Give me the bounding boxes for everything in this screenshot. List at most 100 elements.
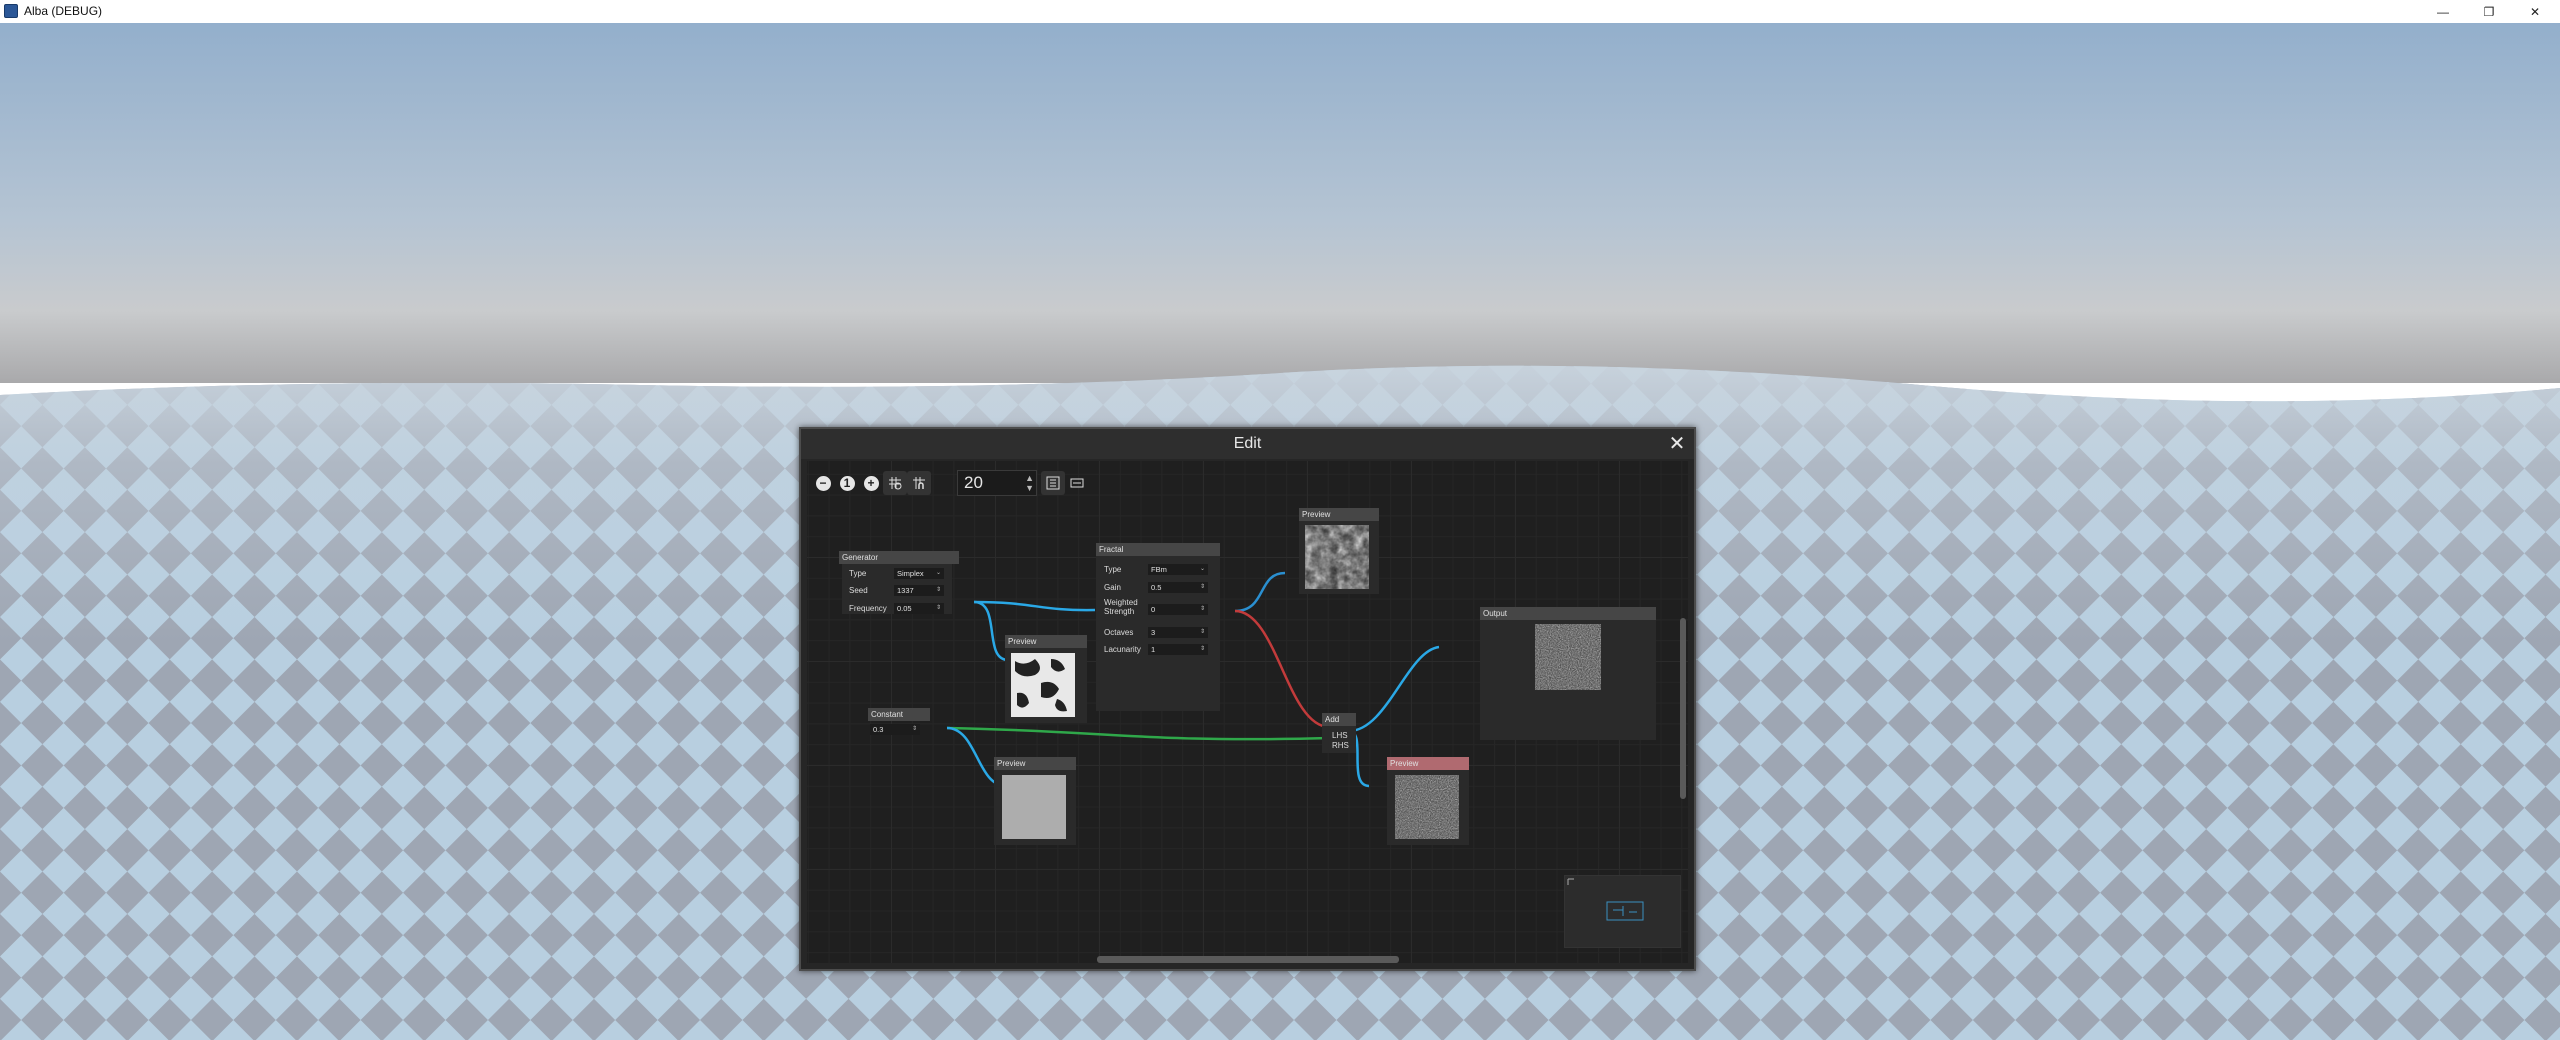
close-window-button[interactable]: ✕ (2512, 0, 2558, 23)
app-icon (4, 4, 18, 18)
grid-toggle-button[interactable] (883, 471, 907, 495)
3d-viewport[interactable]: Edit ✕ − 1 + 20 ▲ ▼ Generator Type Simpl… (0, 23, 2560, 1040)
spin-arrows-icon: ⇕ (1199, 606, 1205, 612)
gain-spinbox[interactable]: 0.5 ⇕ (1148, 582, 1208, 593)
grid-icon (889, 477, 902, 490)
constant-value-spinbox[interactable]: 0.3 ⇕ (870, 724, 920, 735)
spin-arrows-icon: ⇕ (1199, 646, 1205, 652)
graph-minimap[interactable] (1564, 875, 1681, 948)
spin-arrows-icon: ⇕ (1199, 629, 1205, 635)
node-title: Preview (1299, 508, 1379, 521)
spin-arrows-icon: ⇕ (935, 587, 941, 593)
node-title: Preview (1005, 635, 1087, 648)
minimize-button[interactable]: — (2420, 0, 2466, 23)
zoom-reset-icon: 1 (839, 475, 855, 491)
row-label: Frequency (849, 604, 887, 613)
graph-toolbar: − 1 + (811, 471, 956, 495)
fractal-type-dropdown[interactable]: FBm ⌄ (1148, 564, 1208, 575)
row-label: Seed (849, 586, 868, 595)
preview-node-generator[interactable]: Preview (1005, 635, 1087, 723)
wire-fractal-to-add (1234, 609, 1330, 729)
spin-arrows-icon[interactable]: ▲ ▼ (1025, 473, 1034, 493)
preview-node-constant[interactable]: Preview (994, 757, 1076, 845)
type-value: Simplex (897, 569, 924, 578)
node-graph-canvas[interactable]: − 1 + 20 ▲ ▼ Generator Type Simplex ⌄ Se… (807, 461, 1688, 963)
chevron-down-icon: ⌄ (935, 570, 941, 576)
constant-value: 0.3 (873, 725, 884, 734)
octaves-value: 3 (1151, 628, 1156, 637)
spin-arrows-icon: ⇕ (911, 726, 917, 732)
restore-button[interactable]: ❐ (2466, 0, 2512, 23)
minimap-toggle-button[interactable] (1041, 471, 1065, 495)
app-titlebar: Alba (DEBUG) — ❐ ✕ (0, 0, 2560, 23)
chevron-down-icon: ⌄ (1199, 566, 1205, 572)
noise-preview-image (1011, 653, 1075, 717)
preview-node-fractal[interactable]: Preview (1299, 508, 1379, 594)
node-title: Fractal (1096, 543, 1220, 556)
type-dropdown[interactable]: Simplex ⌄ (894, 568, 944, 579)
fractal-node[interactable]: Fractal Type FBm ⌄ Gain 0.5 ⇕ Weighted Str… (1096, 543, 1220, 713)
arrange-nodes-button[interactable] (1065, 471, 1089, 495)
minimap-icon (1046, 476, 1060, 490)
add-node[interactable]: Add LHS RHS (1322, 713, 1356, 753)
zoom-in-icon: + (863, 475, 879, 491)
minimize-icon: — (2437, 4, 2449, 19)
preview-node-add[interactable]: Preview (1387, 757, 1469, 845)
gain-value: 0.5 (1151, 583, 1162, 592)
wire-generator-to-fractal (973, 600, 1096, 612)
row-label: Type (1104, 565, 1122, 574)
node-title: Generator (839, 551, 959, 564)
wire-add-to-output (1348, 645, 1440, 733)
node-title: Output (1480, 607, 1656, 620)
lhs-port-label[interactable]: LHS (1332, 731, 1348, 740)
snap-distance-value: 20 (964, 473, 983, 492)
edit-window-close-button[interactable]: ✕ (1666, 433, 1688, 455)
zoom-in-button[interactable]: + (859, 471, 883, 495)
constant-node[interactable]: Constant 0.3 ⇕ (868, 708, 930, 742)
edit-window-title: Edit (1233, 435, 1262, 452)
noise-preview-image (1305, 525, 1369, 589)
output-node[interactable]: Output (1480, 607, 1656, 740)
node-title: Add (1322, 713, 1356, 726)
row-label: Gain (1104, 583, 1121, 592)
weighted-strength-spinbox[interactable]: 0 ⇕ (1148, 604, 1208, 615)
edit-window: Edit ✕ − 1 + 20 ▲ ▼ Generator Type Simpl… (799, 427, 1696, 971)
zoom-reset-button[interactable]: 1 (835, 471, 859, 495)
node-title: Constant (868, 708, 930, 721)
minimap-viewport (1567, 878, 1644, 921)
node-title: Preview (1387, 757, 1469, 770)
node-title: Preview (994, 757, 1076, 770)
wire-generator-to-preview (973, 600, 1010, 662)
snap-distance-spinbox[interactable]: 20 ▲ ▼ (957, 470, 1037, 496)
frequency-spinbox[interactable]: 0.05 ⇕ (894, 603, 944, 614)
constant-preview-image (1002, 775, 1066, 839)
arrange-icon (1070, 478, 1084, 488)
fractal-type-value: FBm (1151, 565, 1167, 574)
row-label: Weighted Strength (1104, 598, 1138, 616)
lacunarity-spinbox[interactable]: 1 ⇕ (1148, 644, 1208, 655)
vertical-scrollbar[interactable] (1680, 618, 1686, 799)
edit-window-titlebar[interactable]: Edit ✕ (801, 429, 1694, 459)
rhs-port-label[interactable]: RHS (1332, 741, 1349, 750)
spin-arrows-icon: ⇕ (935, 605, 941, 611)
row-label: Octaves (1104, 628, 1134, 637)
noise-preview-image (1395, 775, 1459, 839)
snap-icon (913, 477, 925, 489)
seed-value: 1337 (897, 586, 914, 595)
weighted-strength-value: 0 (1151, 605, 1156, 614)
row-label: Type (849, 569, 867, 578)
wire-fractal-to-preview-top (1234, 571, 1286, 613)
zoom-out-button[interactable]: − (811, 471, 835, 495)
app-title: Alba (DEBUG) (24, 4, 103, 18)
horizontal-scrollbar[interactable] (1097, 956, 1399, 963)
wire-constant-to-add (946, 726, 1331, 741)
octaves-spinbox[interactable]: 3 ⇕ (1148, 627, 1208, 638)
close-icon: ✕ (1668, 433, 1686, 455)
noise-preview-image (1535, 624, 1601, 690)
generator-node[interactable]: Generator Type Simplex ⌄ Seed 1337 ⇕ Frequ… (839, 551, 959, 623)
frequency-value: 0.05 (897, 604, 912, 613)
snap-toggle-button[interactable] (907, 471, 931, 495)
row-label: Lacunarity (1104, 645, 1141, 654)
seed-spinbox[interactable]: 1337 ⇕ (894, 585, 944, 596)
close-icon: ✕ (2529, 4, 2541, 19)
